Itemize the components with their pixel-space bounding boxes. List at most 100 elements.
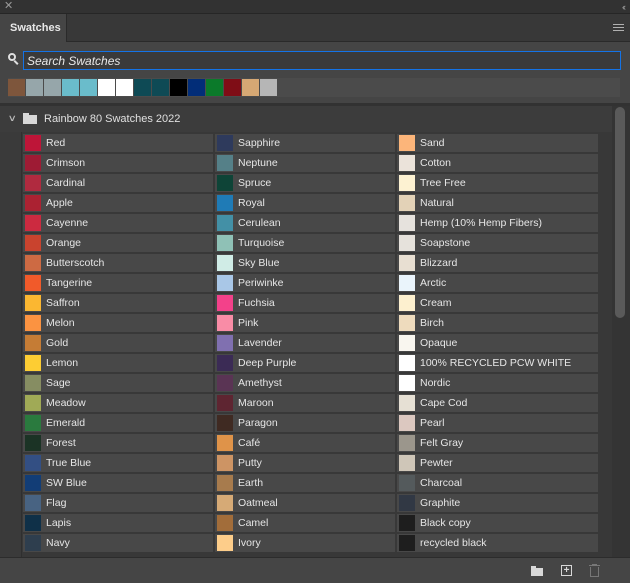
swatch-item[interactable]: Gold [23,334,213,352]
recent-swatch[interactable] [80,79,97,96]
swatch-item[interactable]: recycled black [397,534,598,552]
swatch-name: Crimson [46,157,86,169]
swatch-item[interactable]: Ivory [215,534,395,552]
swatch-item[interactable]: Tangerine [23,274,213,292]
swatch-item[interactable]: Fuchsia [215,294,395,312]
swatch-name: Ivory [238,537,261,549]
swatch-item[interactable]: Nordic [397,374,598,392]
swatch-item[interactable]: Spruce [215,174,395,192]
recent-swatch[interactable] [170,79,187,96]
swatch-color-chip [25,275,41,291]
scrollbar[interactable] [612,106,630,557]
delete-trash-icon[interactable] [589,564,600,577]
swatch-item[interactable]: Emerald [23,414,213,432]
swatch-item[interactable]: Periwinke [215,274,395,292]
swatch-item[interactable]: Earth [215,474,395,492]
swatch-item[interactable]: Apple [23,194,213,212]
swatch-item[interactable]: Sand [397,134,598,152]
swatch-item[interactable]: Cotton [397,154,598,172]
swatch-item[interactable]: Deep Purple [215,354,395,372]
recent-swatch[interactable] [152,79,169,96]
swatch-item[interactable]: Blizzard [397,254,598,272]
swatch-item[interactable]: Graphite [397,494,598,512]
recent-swatch[interactable] [62,79,79,96]
swatch-item[interactable]: Forest [23,434,213,452]
swatch-item[interactable]: Sage [23,374,213,392]
new-swatch-plus-icon[interactable]: + [561,565,572,576]
swatch-item[interactable]: Neptune [215,154,395,172]
swatch-item[interactable]: Melon [23,314,213,332]
swatch-color-chip [217,415,233,431]
recent-swatch[interactable] [206,79,223,96]
swatch-item[interactable]: SW Blue [23,474,213,492]
swatch-item[interactable]: Arctic [397,274,598,292]
swatch-item[interactable]: Opaque [397,334,598,352]
scrollbar-thumb[interactable] [615,107,625,318]
swatch-item[interactable]: Amethyst [215,374,395,392]
collapse-panel-icon[interactable]: ‹‹ [622,0,626,14]
swatch-group-header[interactable]: ∨ Rainbow 80 Swatches 2022 [0,106,612,132]
tab-swatches[interactable]: Swatches [0,14,67,42]
swatch-item[interactable]: Natural [397,194,598,212]
swatch-item[interactable]: Cape Cod [397,394,598,412]
swatch-item[interactable]: Meadow [23,394,213,412]
swatch-item[interactable]: Charcoal [397,474,598,492]
swatch-color-chip [399,395,415,411]
recent-swatch[interactable] [260,79,277,96]
swatch-item[interactable]: Navy [23,534,213,552]
swatch-item[interactable]: Putty [215,454,395,472]
swatch-item[interactable]: Lapis [23,514,213,532]
recent-swatch[interactable] [242,79,259,96]
swatch-name: Sand [420,137,445,149]
swatch-item[interactable]: Cardinal [23,174,213,192]
swatch-item[interactable]: 100% RECYCLED PCW WHITE [397,354,598,372]
swatch-item[interactable]: Pewter [397,454,598,472]
recent-swatch[interactable] [134,79,151,96]
swatch-item[interactable]: Cayenne [23,214,213,232]
swatch-item[interactable]: Red [23,134,213,152]
chevron-down-icon[interactable]: ∨ [8,113,17,124]
recent-swatch[interactable] [224,79,241,96]
swatch-item[interactable]: Lemon [23,354,213,372]
swatch-item[interactable]: True Blue [23,454,213,472]
swatch-item[interactable]: Felt Gray [397,434,598,452]
new-group-folder-icon[interactable] [531,566,543,576]
swatch-item[interactable]: Sapphire [215,134,395,152]
swatch-item[interactable]: Saffron [23,294,213,312]
close-panel-icon[interactable]: ✕ [4,0,13,13]
swatch-item[interactable]: Maroon [215,394,395,412]
recent-swatch[interactable] [44,79,61,96]
recent-swatch[interactable] [26,79,43,96]
swatch-item[interactable]: Turquoise [215,234,395,252]
recent-swatch[interactable] [116,79,133,96]
swatch-item[interactable]: Pink [215,314,395,332]
swatch-name: Nordic [420,377,451,389]
swatch-item[interactable]: Crimson [23,154,213,172]
swatch-item[interactable]: Cerulean [215,214,395,232]
swatch-item[interactable]: Orange [23,234,213,252]
swatch-item[interactable]: Birch [397,314,598,332]
swatch-item[interactable]: Flag [23,494,213,512]
recent-swatch[interactable] [8,79,25,96]
swatch-item[interactable]: Pearl [397,414,598,432]
swatch-item[interactable]: Black copy [397,514,598,532]
swatch-item[interactable]: Sky Blue [215,254,395,272]
swatch-item[interactable]: Royal [215,194,395,212]
swatch-color-chip [217,215,233,231]
swatch-item[interactable]: Café [215,434,395,452]
swatch-item[interactable]: Butterscotch [23,254,213,272]
swatch-item[interactable]: Paragon [215,414,395,432]
recent-swatch[interactable] [98,79,115,96]
swatch-item[interactable]: Tree Free [397,174,598,192]
panel-menu-icon[interactable] [613,24,624,33]
swatch-item[interactable]: Cream [397,294,598,312]
swatch-name: Cayenne [46,217,89,229]
swatch-item[interactable]: Camel [215,514,395,532]
swatch-item[interactable]: Soapstone [397,234,598,252]
swatch-name: Oatmeal [238,497,278,509]
swatch-item[interactable]: Hemp (10% Hemp Fibers) [397,214,598,232]
search-input[interactable] [23,51,621,70]
recent-swatch[interactable] [188,79,205,96]
swatch-item[interactable]: Lavender [215,334,395,352]
swatch-item[interactable]: Oatmeal [215,494,395,512]
